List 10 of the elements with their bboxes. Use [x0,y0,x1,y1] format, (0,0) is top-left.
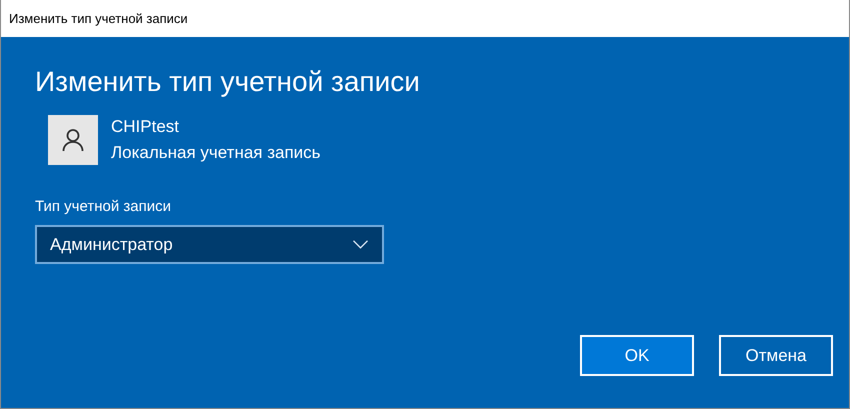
chevron-down-icon [353,240,368,249]
dialog-heading: Изменить тип учетной записи [35,65,421,99]
ok-button[interactable]: OK [580,335,694,376]
window-title: Изменить тип учетной записи [9,10,188,28]
account-name: CHIPtest [111,116,180,138]
account-type: Локальная учетная запись [111,142,321,164]
field-label: Тип учетной записи [35,197,172,217]
cancel-button[interactable]: Отмена [719,335,833,376]
account-type-dropdown[interactable]: Администратор [35,225,384,264]
avatar-icon [48,115,98,165]
